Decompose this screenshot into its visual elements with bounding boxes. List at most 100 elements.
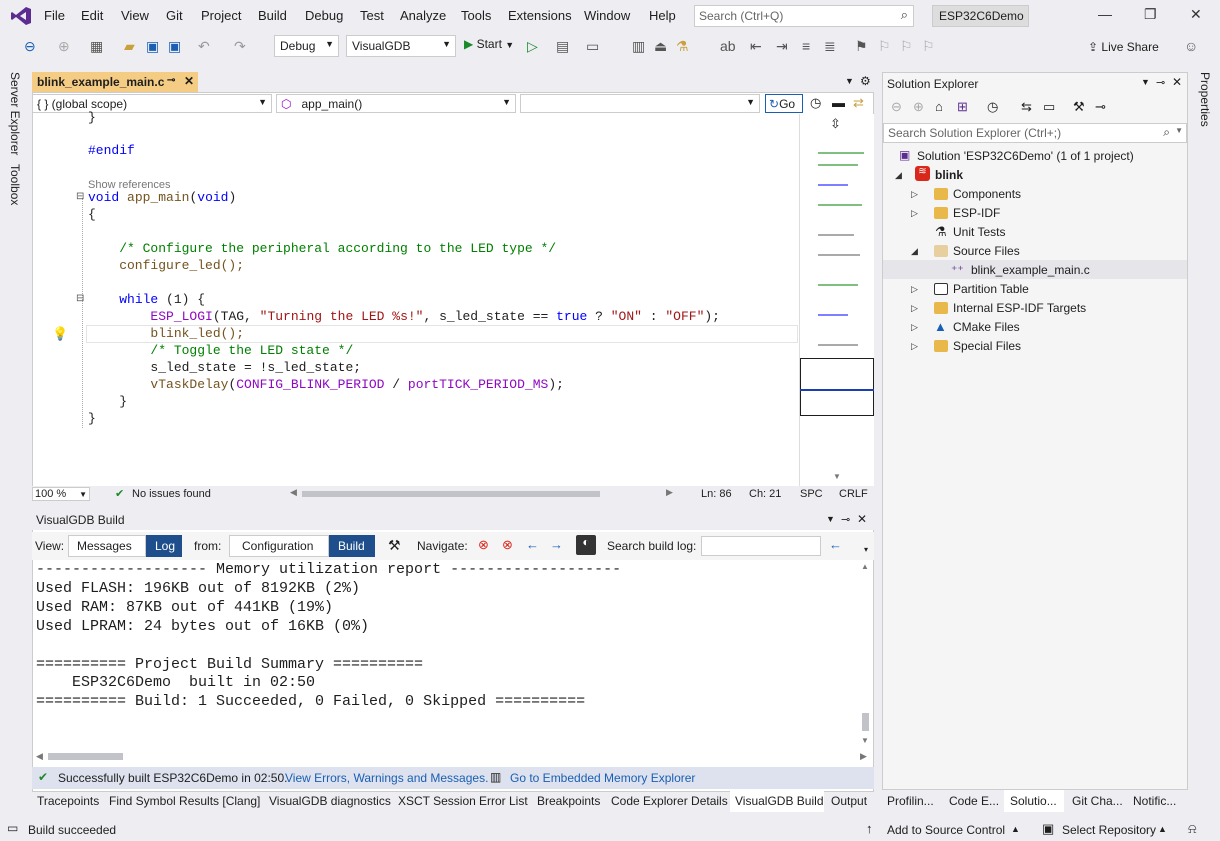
menu-build[interactable]: Build <box>258 8 287 23</box>
split-icon[interactable]: ⇄ <box>853 95 864 111</box>
tree-item-unit-tests[interactable]: Unit Tests <box>953 225 1005 239</box>
collapsed-icon[interactable]: ▷ <box>911 341 918 352</box>
collapsed-icon[interactable]: ▷ <box>911 303 918 314</box>
menu-view[interactable]: View <box>121 8 149 23</box>
minimize-icon[interactable]: — <box>1098 6 1112 22</box>
prev-bookmark-icon[interactable]: ⚐ <box>878 38 891 55</box>
tab-output[interactable]: Output <box>831 794 867 808</box>
collapsed-icon[interactable]: ▷ <box>911 322 918 333</box>
back-icon[interactable]: ⊖ <box>891 99 902 115</box>
spell-icon[interactable]: ab <box>720 38 736 54</box>
whitespace-mode[interactable]: SPC <box>800 488 823 500</box>
live-share-button[interactable]: ⇪ Live Share <box>1088 40 1159 54</box>
menu-window[interactable]: Window <box>584 8 630 23</box>
tab-notifications[interactable]: Notific... <box>1133 794 1176 808</box>
tab-find-symbol[interactable]: Find Symbol Results [Clang] <box>109 794 260 808</box>
search-input[interactable]: Search (Ctrl+Q) ⌕ <box>694 5 914 27</box>
memory-icon[interactable]: ▥ <box>632 38 645 55</box>
build-log-scrollbar[interactable] <box>862 713 869 731</box>
collapsed-icon[interactable]: ▷ <box>911 208 918 219</box>
history-icon[interactable]: ◷ <box>987 99 998 115</box>
select-repository[interactable]: Select Repository <box>1062 823 1156 837</box>
tab-visualgdb-build[interactable]: VisualGDB Build <box>735 794 824 808</box>
tree-item-cmake-files[interactable]: CMake Files <box>953 320 1020 334</box>
device-icon[interactable]: ⏏ <box>654 38 667 55</box>
tree-item-source-files[interactable]: Source Files <box>953 244 1020 258</box>
log-toggle[interactable]: Log <box>146 535 182 557</box>
tree-item-esp-idf[interactable]: ESP-IDF <box>953 206 1000 220</box>
feedback-icon[interactable]: ☺ <box>1184 38 1198 54</box>
chevron-down-icon[interactable]: ▼ <box>826 514 835 524</box>
config-select[interactable]: Debug ▼ <box>274 35 339 57</box>
properties-icon[interactable]: ⚒ <box>1073 99 1085 115</box>
tree-project-blink[interactable]: blink <box>935 168 963 182</box>
close-icon[interactable]: ✕ <box>1190 6 1202 23</box>
scope-select[interactable]: { } (global scope) ▼ <box>32 94 272 113</box>
scroll-left-icon[interactable]: ◀ <box>290 487 297 498</box>
add-source-control[interactable]: Add to Source Control <box>887 823 1005 837</box>
tab-error-list[interactable]: Error List <box>479 794 528 808</box>
tab-solution[interactable]: Solutio... <box>1010 794 1057 808</box>
back-icon[interactable]: ⊖ <box>24 38 36 55</box>
next-bookmark-icon[interactable]: ⚐ <box>900 38 913 55</box>
open-file-icon[interactable]: ▰ <box>124 38 135 55</box>
menu-test[interactable]: Test <box>360 8 384 23</box>
tab-code-explorer[interactable]: Code E... <box>949 794 999 808</box>
expanded-icon[interactable]: ◢ <box>895 170 902 181</box>
pin-icon[interactable]: ⊸ <box>841 513 850 526</box>
undo-icon[interactable]: ↶ <box>198 38 210 55</box>
new-project-icon[interactable]: ▦ <box>90 38 103 55</box>
outdent-icon[interactable]: ⇥ <box>776 38 788 55</box>
uncomment-icon[interactable]: ≣ <box>824 38 836 55</box>
menu-git[interactable]: Git <box>166 8 183 23</box>
tree-item-blink-example-main[interactable]: blink_example_main.c <box>971 263 1090 277</box>
menu-edit[interactable]: Edit <box>81 8 103 23</box>
close-panel-icon[interactable]: ✕ <box>857 512 867 526</box>
comment-icon[interactable]: ≡ <box>802 38 810 54</box>
tab-visualgdb-diagnostics[interactable]: VisualGDB diagnostics <box>269 794 391 808</box>
messages-toggle[interactable]: Messages <box>68 535 146 557</box>
overflow-icon[interactable]: ▾ <box>864 545 868 554</box>
window-layout-icon[interactable]: ▭ <box>586 38 599 55</box>
save-all-icon[interactable]: ▣ <box>168 38 181 55</box>
menu-project[interactable]: Project <box>201 8 241 23</box>
clear-bookmarks-icon[interactable]: ⚐ <box>922 38 935 55</box>
collapsed-icon[interactable]: ▷ <box>911 284 918 295</box>
scroll-right-icon[interactable]: ▶ <box>860 751 867 762</box>
settings-icon[interactable]: ⚙ <box>860 74 871 88</box>
zoom-select[interactable]: 100 % ▼ <box>32 487 90 501</box>
server-explorer-tab[interactable]: Server Explorer <box>8 72 22 155</box>
forward-icon[interactable]: ⊕ <box>58 38 70 55</box>
memory-explorer-link[interactable]: Go to Embedded Memory Explorer <box>510 771 695 785</box>
expanded-icon[interactable]: ◢ <box>911 246 918 257</box>
line-ending[interactable]: CRLF <box>839 488 868 500</box>
tree-item-partition-table[interactable]: Partition Table <box>953 282 1029 296</box>
horizontal-scrollbar[interactable] <box>302 491 600 497</box>
tree-item-special-files[interactable]: Special Files <box>953 339 1021 353</box>
tree-solution-root[interactable]: Solution 'ESP32C6Demo' (1 of 1 project) <box>917 149 1134 163</box>
chevron-down-icon[interactable]: ▼ <box>1141 77 1150 87</box>
menu-file[interactable]: File <box>44 8 65 23</box>
menu-help[interactable]: Help <box>649 8 676 23</box>
scroll-up-icon[interactable]: ▲ <box>861 562 869 571</box>
collapsed-icon[interactable]: ▷ <box>911 189 918 200</box>
toggle-icon[interactable]: ▬ <box>832 95 845 110</box>
function-select[interactable]: ⬡ app_main() ▼ <box>276 94 516 113</box>
menu-tools[interactable]: Tools <box>461 8 491 23</box>
timer-icon[interactable]: ◷ <box>810 95 821 111</box>
prev-message-icon[interactable]: ← <box>526 537 539 552</box>
start-without-debug-icon[interactable]: ▷ <box>527 38 538 55</box>
pin-icon[interactable]: ⊸ <box>167 75 175 86</box>
collapse-icon[interactable]: ⊟ <box>76 293 84 304</box>
chevron-down-icon[interactable]: ▼ <box>833 472 841 481</box>
minimap-viewport[interactable] <box>800 358 874 416</box>
tab-tracepoints[interactable]: Tracepoints <box>37 794 99 808</box>
split-handle-icon[interactable]: ⇳ <box>830 116 841 132</box>
forward-icon[interactable]: ⊕ <box>913 99 924 115</box>
notification-bell-icon[interactable]: ⍾ <box>1188 821 1197 837</box>
close-panel-icon[interactable]: ✕ <box>1172 75 1182 89</box>
build-log-output[interactable]: ------------------- Memory utilization r… <box>36 561 860 751</box>
scroll-right-icon[interactable]: ▶ <box>666 487 673 498</box>
tab-git-changes[interactable]: Git Cha... <box>1072 794 1123 808</box>
wrench-icon[interactable]: ⚒ <box>388 537 401 554</box>
